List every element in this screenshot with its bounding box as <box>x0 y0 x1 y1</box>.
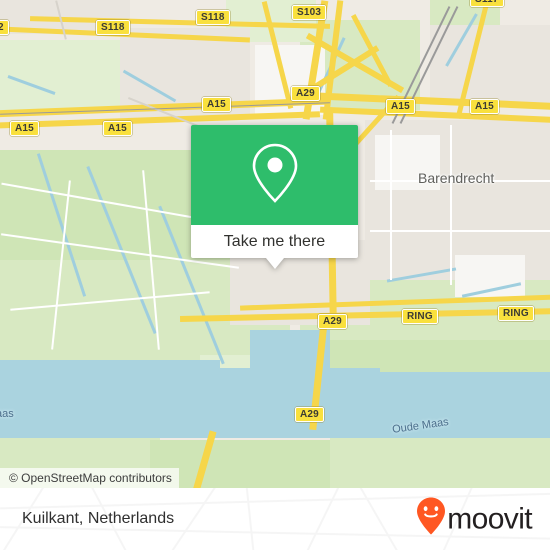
road-shield-a29: A29 <box>318 314 347 329</box>
location-title: Kuilkant, Netherlands <box>22 510 175 527</box>
road-shield-s103: S103 <box>292 5 327 20</box>
map-road-minor <box>370 230 550 232</box>
road-shield-a15: A15 <box>202 97 231 112</box>
map-area-green <box>0 40 120 110</box>
moovit-logo[interactable]: moovit <box>416 497 533 541</box>
road-shield-a15: A15 <box>103 121 132 136</box>
popup-header <box>191 125 358 225</box>
road-shield-s118: S118 <box>96 20 130 35</box>
road-shield-partial-top: S117 <box>470 0 504 7</box>
map-road-minor <box>450 125 452 285</box>
road-shield-s118: S118 <box>196 10 230 25</box>
road-shield-a29: A29 <box>291 86 320 101</box>
map-water-river <box>0 415 290 437</box>
popup-footer[interactable]: Take me there <box>191 225 358 269</box>
road-shield-a29: A29 <box>295 407 324 422</box>
moovit-pin-smile-icon <box>416 497 446 541</box>
road-shield-partial: 2 <box>0 20 9 35</box>
map-road-minor <box>390 130 392 280</box>
osm-attribution[interactable]: © OpenStreetMap contributors <box>0 468 179 488</box>
road-shield-ring: RING <box>498 306 534 321</box>
footer-bar: Kuilkant, Netherlands moovit <box>0 488 550 550</box>
popup-pointer-tail <box>265 258 284 269</box>
road-shield-a15: A15 <box>470 99 499 114</box>
road-shield-ring: RING <box>402 309 438 324</box>
map-water-label-partial: aas <box>0 408 14 420</box>
road-shield-a15: A15 <box>386 99 415 114</box>
map-pin-icon <box>251 142 299 209</box>
map-water-river <box>340 372 550 418</box>
take-me-there-popup[interactable]: Take me there <box>191 125 358 269</box>
road-shield-a15: A15 <box>10 121 39 136</box>
map-place-label-barendrecht: Barendrecht <box>418 170 495 186</box>
map-area-green <box>330 430 550 488</box>
take-me-there-label: Take me there <box>223 232 326 250</box>
map-screenshot: Barendrecht Oude Maas aas S118 S118 S103… <box>0 0 550 550</box>
moovit-wordmark: moovit <box>447 502 532 535</box>
map-area-green <box>150 440 350 488</box>
